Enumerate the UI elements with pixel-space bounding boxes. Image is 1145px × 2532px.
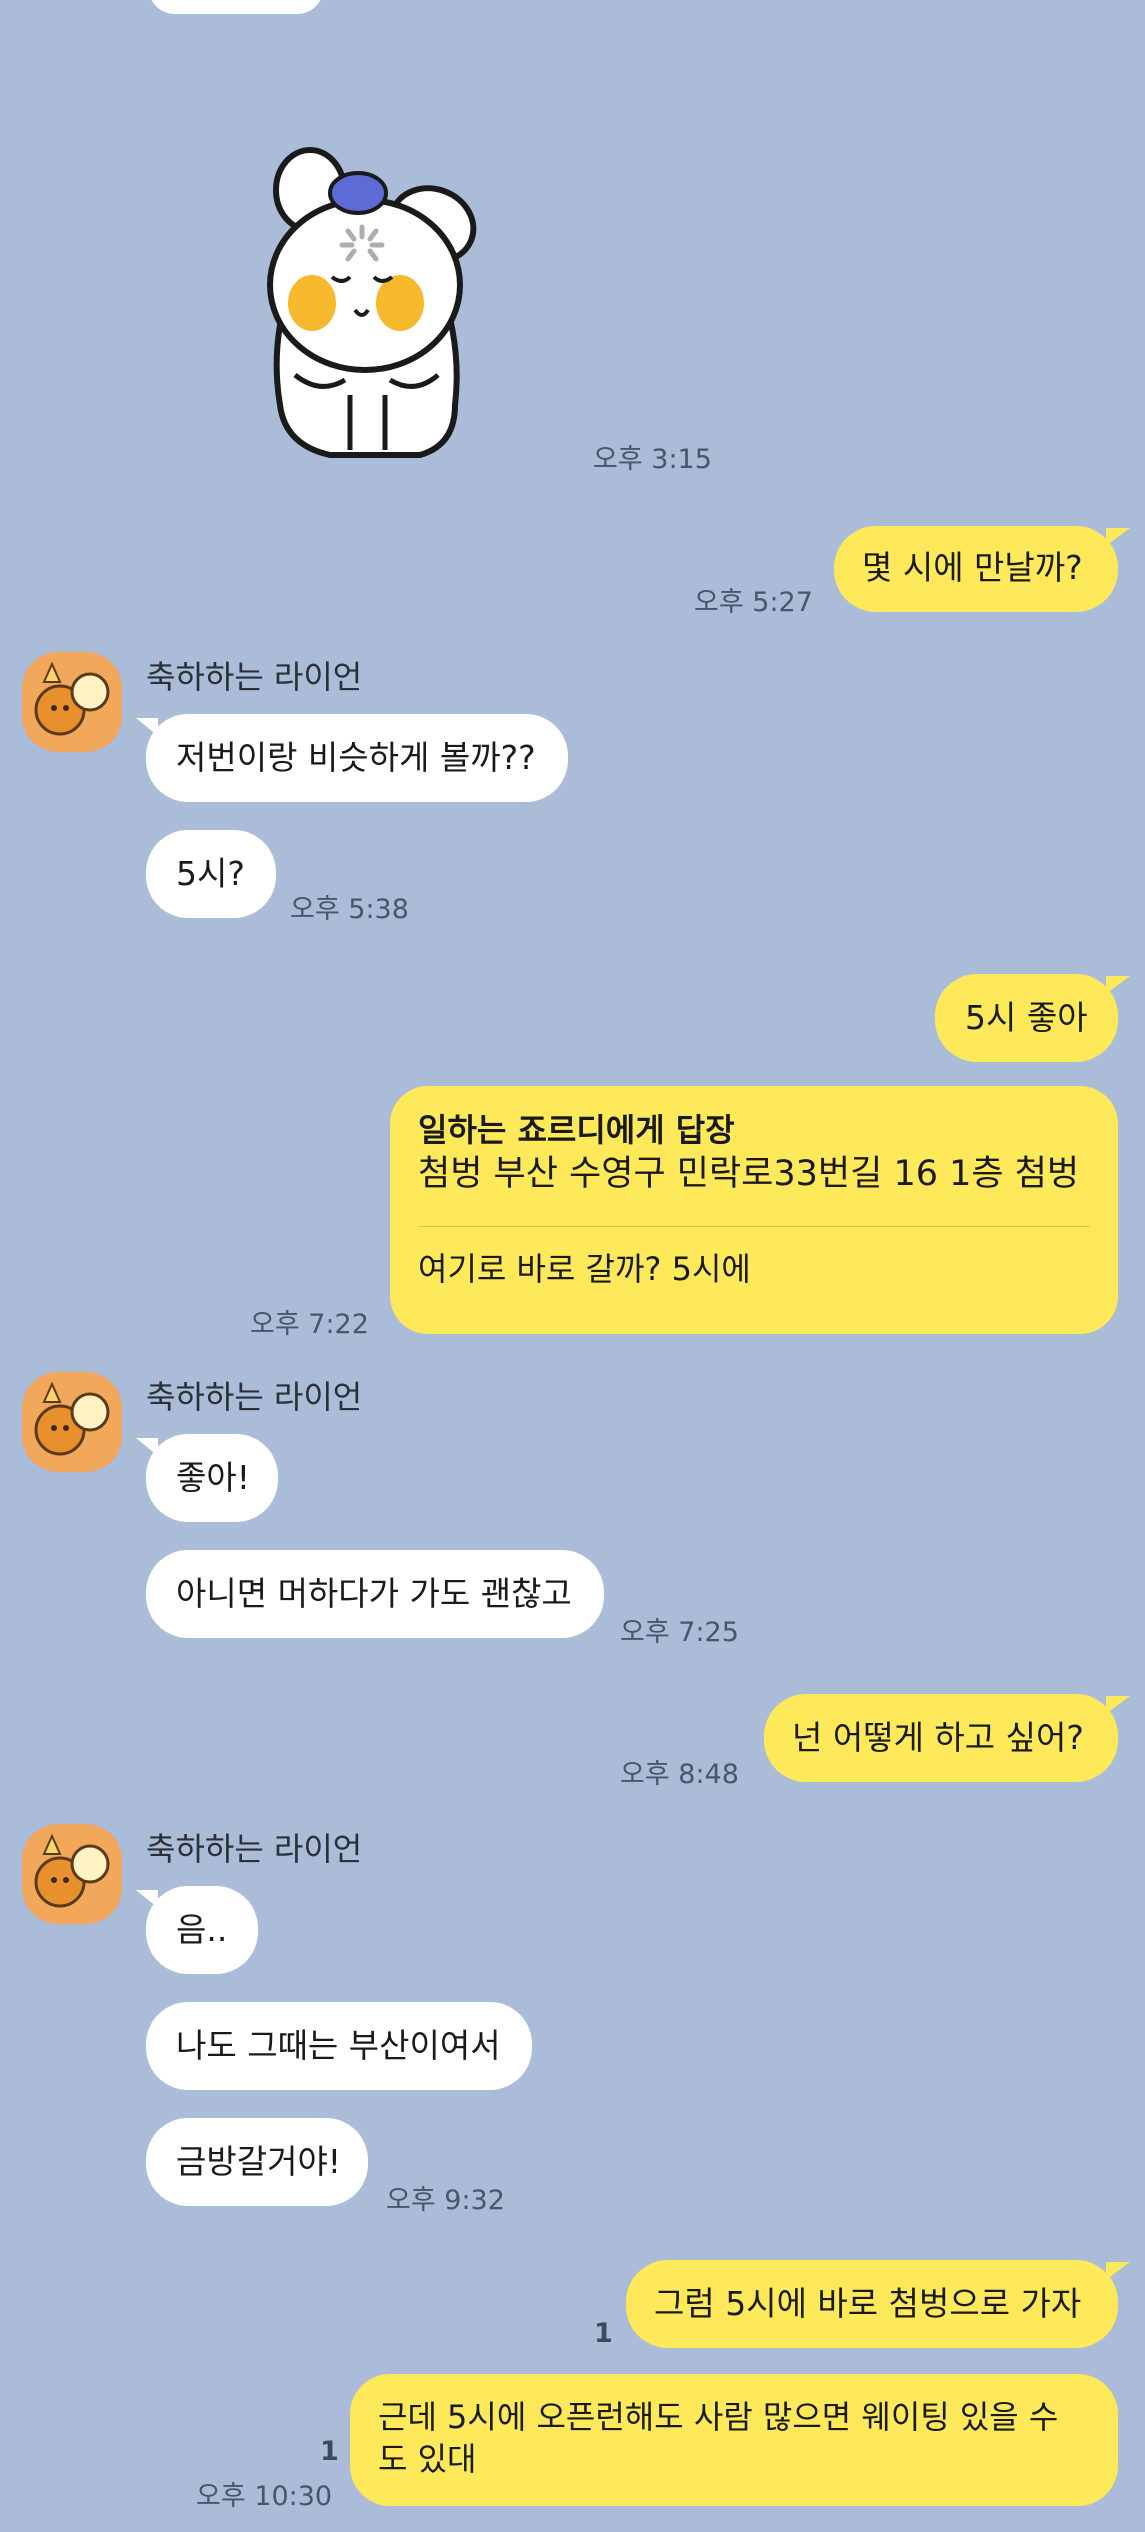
avatar[interactable] xyxy=(22,1372,122,1472)
message-time: 오후 5:38 xyxy=(290,894,409,925)
incoming-message[interactable]: 음.. xyxy=(136,1886,258,1974)
previous-message-bubble[interactable] xyxy=(148,0,324,14)
incoming-message[interactable]: 저번이랑 비슷하게 볼까?? xyxy=(136,714,568,802)
bunny-sticker[interactable] xyxy=(250,145,490,465)
message-text: 여기로 바로 갈까? 5시에 xyxy=(418,1250,751,1288)
lion-avatar-icon xyxy=(34,1833,110,1908)
lion-avatar-icon xyxy=(34,661,110,736)
incoming-message[interactable]: 5시? xyxy=(146,830,276,918)
lion-avatar-icon xyxy=(34,1381,110,1456)
message-text: 그럼 5시에 바로 첨벙으로 가자 xyxy=(654,2284,1082,2323)
message-text: 근데 5시에 오픈런해도 사람 많으면 웨이팅 있을 수 도 있대 xyxy=(378,2398,1059,2478)
message-time: 오후 7:25 xyxy=(620,1617,739,1648)
sender-name: 축하하는 라이언 xyxy=(146,1378,363,1416)
outgoing-message[interactable]: 근데 5시에 오픈런해도 사람 많으면 웨이팅 있을 수 도 있대 xyxy=(350,2374,1118,2506)
reply-header: 일하는 죠르디에게 답장 xyxy=(418,1111,735,1149)
message-text: 몇 시에 만날까? xyxy=(862,548,1083,587)
message-text: 음.. xyxy=(176,1910,228,1949)
message-time: 오후 10:30 xyxy=(196,2481,333,2512)
message-text: 5시? xyxy=(176,854,245,893)
message-text: 5시 좋아 xyxy=(965,998,1088,1037)
message-text: 나도 그때는 부산이여서 xyxy=(176,2026,501,2065)
message-time: 오후 8:48 xyxy=(620,1759,739,1790)
avatar[interactable] xyxy=(22,652,122,752)
message-text: 저번이랑 비슷하게 볼까?? xyxy=(176,738,536,777)
message-text: 넌 어떻게 하고 싶어? xyxy=(792,1718,1084,1757)
outgoing-message[interactable]: 넌 어떻게 하고 싶어? xyxy=(764,1694,1130,1782)
outgoing-message[interactable]: 그럼 5시에 바로 첨벙으로 가자 xyxy=(626,2260,1130,2348)
outgoing-message[interactable]: 몇 시에 만날까? xyxy=(834,526,1130,612)
message-time: 오후 5:27 xyxy=(694,587,813,618)
incoming-message[interactable]: 좋아! xyxy=(136,1434,278,1522)
avatar[interactable] xyxy=(22,1824,122,1924)
unread-count: 1 xyxy=(320,2436,339,2467)
message-text: 좋아! xyxy=(176,1458,250,1497)
message-text: 금방갈거야! xyxy=(176,2142,342,2181)
bunny-sticker-icon xyxy=(267,147,477,458)
reply-message[interactable]: 일하는 죠르디에게 답장 첨벙 부산 수영구 민락로33번길 16 1층 첨벙 … xyxy=(390,1086,1118,1334)
incoming-message[interactable]: 아니면 머하다가 가도 괜찮고 xyxy=(146,1550,604,1638)
message-time: 오후 3:15 xyxy=(593,444,712,475)
incoming-message[interactable]: 나도 그때는 부산이여서 xyxy=(146,2002,532,2090)
incoming-message[interactable]: 금방갈거야! xyxy=(146,2118,368,2206)
outgoing-message[interactable]: 5시 좋아 xyxy=(935,974,1130,1062)
sender-name: 축하하는 라이언 xyxy=(146,1830,363,1868)
message-text: 아니면 머하다가 가도 괜찮고 xyxy=(176,1574,572,1613)
message-time: 오후 7:22 xyxy=(250,1309,369,1340)
reply-quote[interactable]: 첨벙 부산 수영구 민락로33번길 16 1층 첨벙 xyxy=(418,1150,1090,1198)
unread-count: 1 xyxy=(594,2318,613,2349)
message-time: 오후 9:32 xyxy=(386,2185,505,2216)
sender-name: 축하하는 라이언 xyxy=(146,658,363,696)
reply-divider xyxy=(418,1226,1090,1227)
